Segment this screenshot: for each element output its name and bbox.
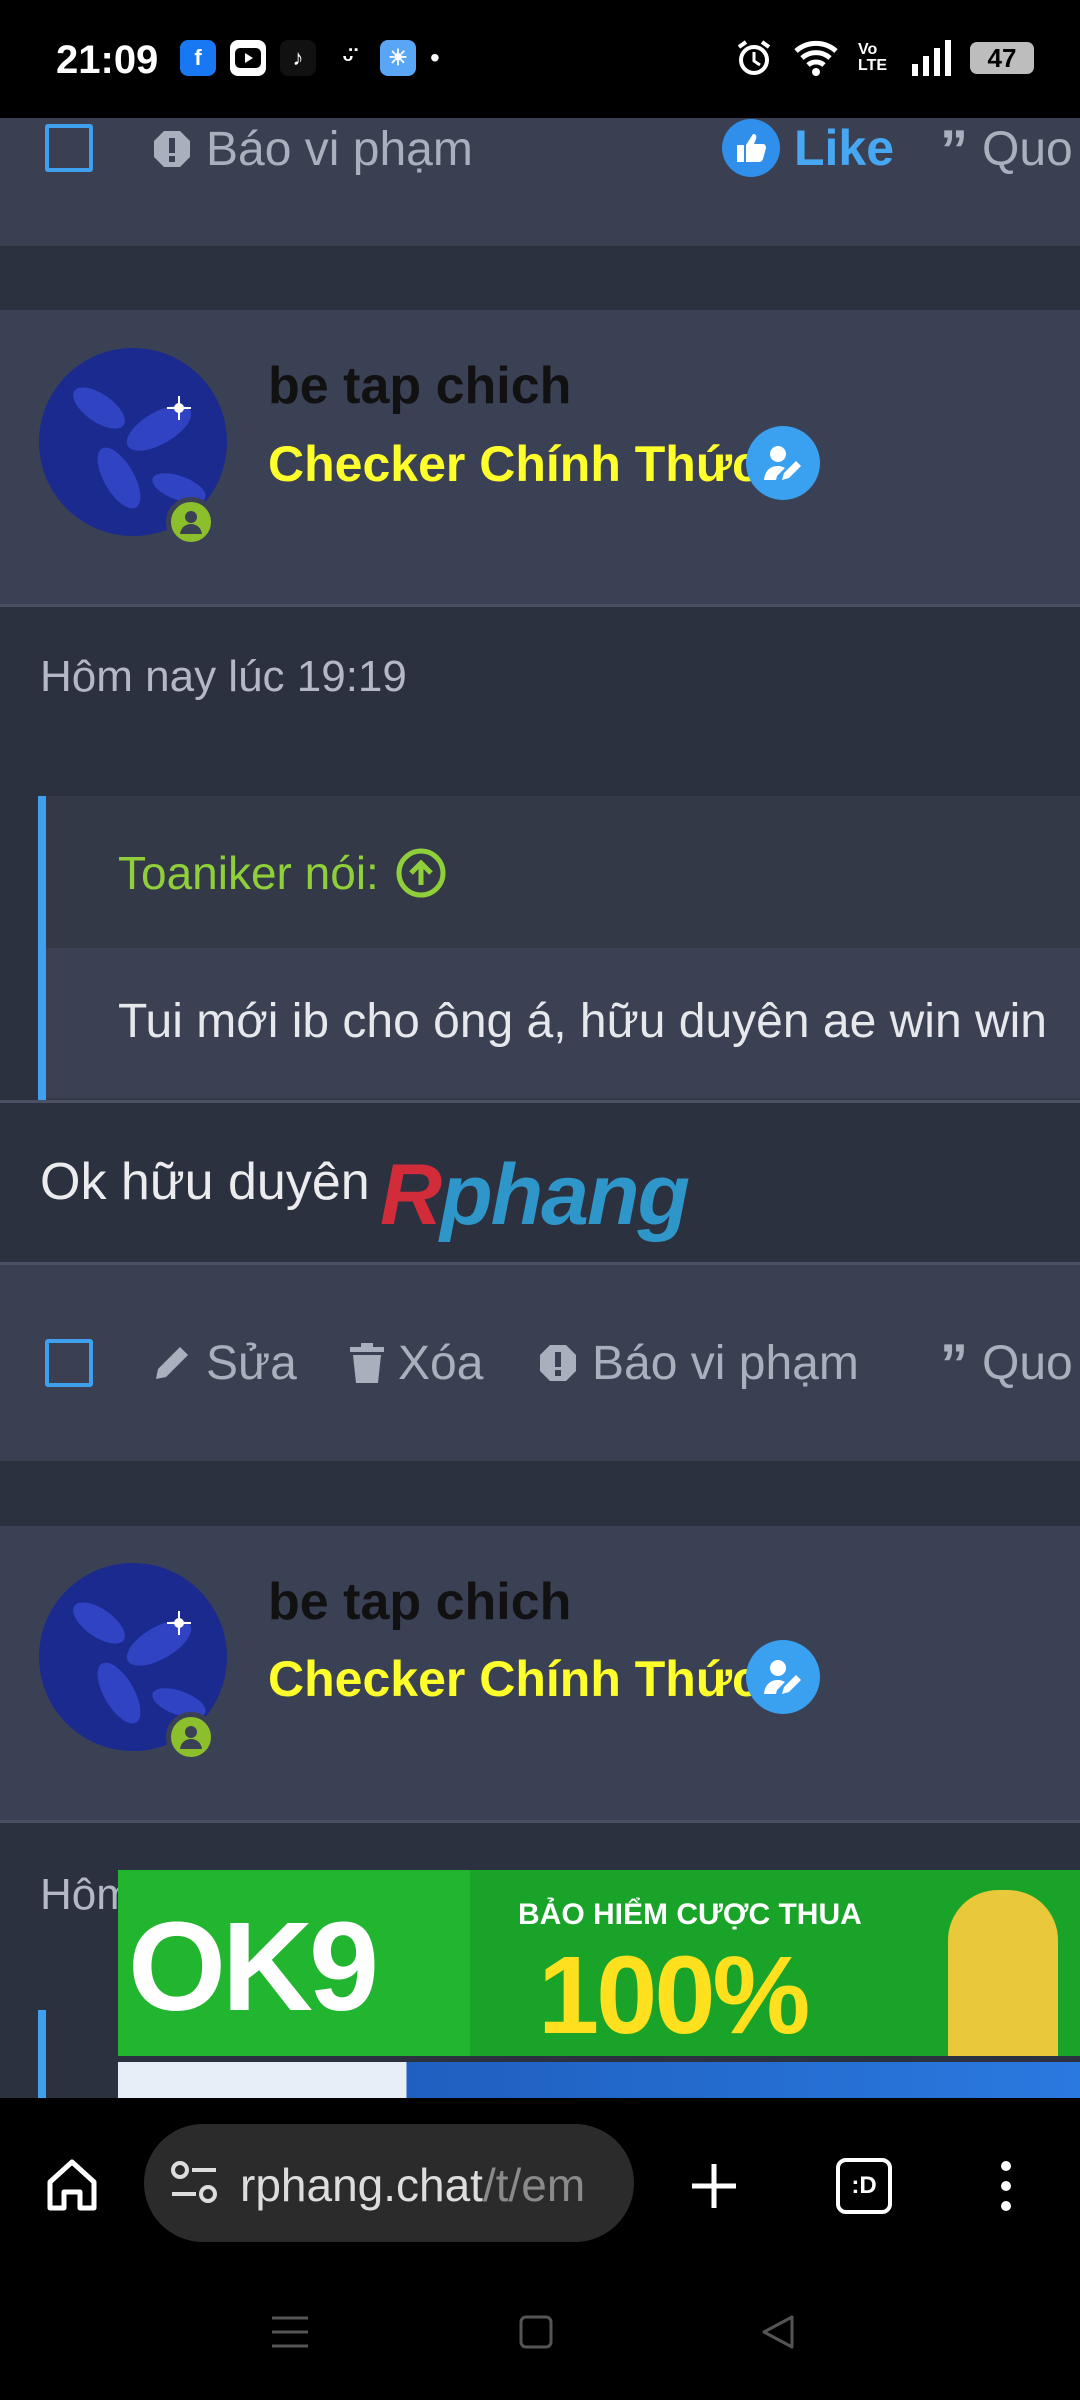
divider xyxy=(0,1100,1080,1103)
quote-author: Toaniker nói: xyxy=(118,847,379,899)
username[interactable]: be tap chich xyxy=(268,1572,571,1632)
quote-icon: ” xyxy=(940,1331,968,1395)
battery-indicator: 47 xyxy=(970,42,1034,74)
quote-icon: ” xyxy=(940,117,968,181)
jump-to-quote-icon xyxy=(396,848,446,898)
select-checkbox[interactable] xyxy=(45,1339,93,1387)
youtube-icon xyxy=(230,40,266,76)
alarm-icon xyxy=(737,40,771,75)
quote-button[interactable]: ” Quo xyxy=(940,117,1073,181)
home-icon[interactable] xyxy=(44,2156,100,2212)
ad-player-image xyxy=(948,1890,1058,2056)
post-timestamp[interactable]: Hôm nay lúc 19:19 xyxy=(40,652,407,702)
recents-menu-icon[interactable] xyxy=(270,2314,310,2350)
delete-button[interactable]: Xóa xyxy=(350,1332,483,1394)
username[interactable]: be tap chich xyxy=(268,356,571,416)
quote-button[interactable]: ” Quo xyxy=(940,1331,1073,1395)
notification-icons: f ♪ ᵕ̈ ☀ • xyxy=(180,40,440,76)
post-message: Ok hữu duyên xyxy=(40,1153,370,1211)
ad-banner[interactable]: OK9 BẢO HIỂM CƯỢC THUA 100% xyxy=(118,1870,1080,2057)
system-icons: Vo LTE 47 xyxy=(734,38,1034,78)
ad-banner-secondary[interactable] xyxy=(118,2062,1080,2098)
ad-headline: BẢO HIỂM CƯỢC THUA xyxy=(518,1898,862,1931)
url-text[interactable]: rphang.chat/t/em xyxy=(240,2158,610,2212)
ad-percent: 100% xyxy=(538,1934,810,2057)
thumbs-up-icon xyxy=(722,119,780,177)
report-icon xyxy=(154,131,190,167)
status-time: 21:09 xyxy=(56,38,159,82)
report-label: Báo vi phạm xyxy=(206,122,473,176)
weather-icon: ☀ xyxy=(380,40,416,76)
online-status-icon xyxy=(166,497,216,547)
divider xyxy=(0,1820,1080,1823)
quote-label: Quo xyxy=(982,1336,1073,1390)
trash-icon xyxy=(350,1343,384,1383)
site-settings-icon[interactable] xyxy=(170,2160,218,2206)
messenger-icon: ᵕ̈ xyxy=(330,40,366,76)
more-notifications-dot: • xyxy=(430,42,440,73)
divider xyxy=(0,604,1080,607)
checker-badge-icon xyxy=(746,426,820,500)
volte-icon: Vo LTE xyxy=(858,41,888,74)
status-bar: 21:09 f ♪ ᵕ̈ ☀ • Vo LTE 47 xyxy=(0,0,1080,118)
new-tab-icon[interactable] xyxy=(688,2160,740,2212)
ad-logo: OK9 xyxy=(128,1896,379,2037)
rphang-watermark: Rphang xyxy=(380,1147,690,1243)
report-button[interactable]: Báo vi phạm xyxy=(152,118,473,180)
more-menu-icon[interactable] xyxy=(996,2160,1016,2212)
quote-text: Tui mới ib cho ông á, hữu duyên ae win w… xyxy=(118,995,1047,1048)
home-nav-icon[interactable] xyxy=(518,2314,554,2350)
quote-border xyxy=(38,2010,46,2098)
wifi-icon xyxy=(794,40,838,76)
quote-block: Toaniker nói: Tui mới ib cho ông á, hữu … xyxy=(38,796,1080,1102)
like-label: Like xyxy=(794,120,895,176)
report-icon xyxy=(540,1345,576,1381)
signal-icon xyxy=(912,40,951,76)
url-bar[interactable]: rphang.chat/t/em xyxy=(144,2124,634,2242)
facebook-icon: f xyxy=(180,40,216,76)
tabs-switcher-icon[interactable]: :D xyxy=(836,2158,892,2214)
select-checkbox[interactable] xyxy=(45,124,93,172)
like-button[interactable]: Like xyxy=(722,116,894,180)
tiktok-icon: ♪ xyxy=(280,40,316,76)
user-role: Checker Chính Thức xyxy=(268,1651,760,1707)
quote-content: Tui mới ib cho ông á, hữu duyên ae win w… xyxy=(46,948,1080,1098)
quote-label: Quo xyxy=(982,122,1073,176)
user-role: Checker Chính Thức xyxy=(268,436,760,492)
edit-button[interactable]: Sửa xyxy=(152,1332,297,1394)
edit-label: Sửa xyxy=(206,1336,297,1390)
quote-header[interactable]: Toaniker nói: xyxy=(118,846,447,900)
report-button[interactable]: Báo vi phạm xyxy=(538,1332,859,1394)
delete-label: Xóa xyxy=(398,1336,484,1390)
back-nav-icon[interactable] xyxy=(760,2314,796,2350)
checker-badge-icon xyxy=(746,1640,820,1714)
pencil-icon xyxy=(156,1347,188,1379)
report-label: Báo vi phạm xyxy=(592,1336,859,1390)
online-status-icon xyxy=(166,1712,216,1762)
